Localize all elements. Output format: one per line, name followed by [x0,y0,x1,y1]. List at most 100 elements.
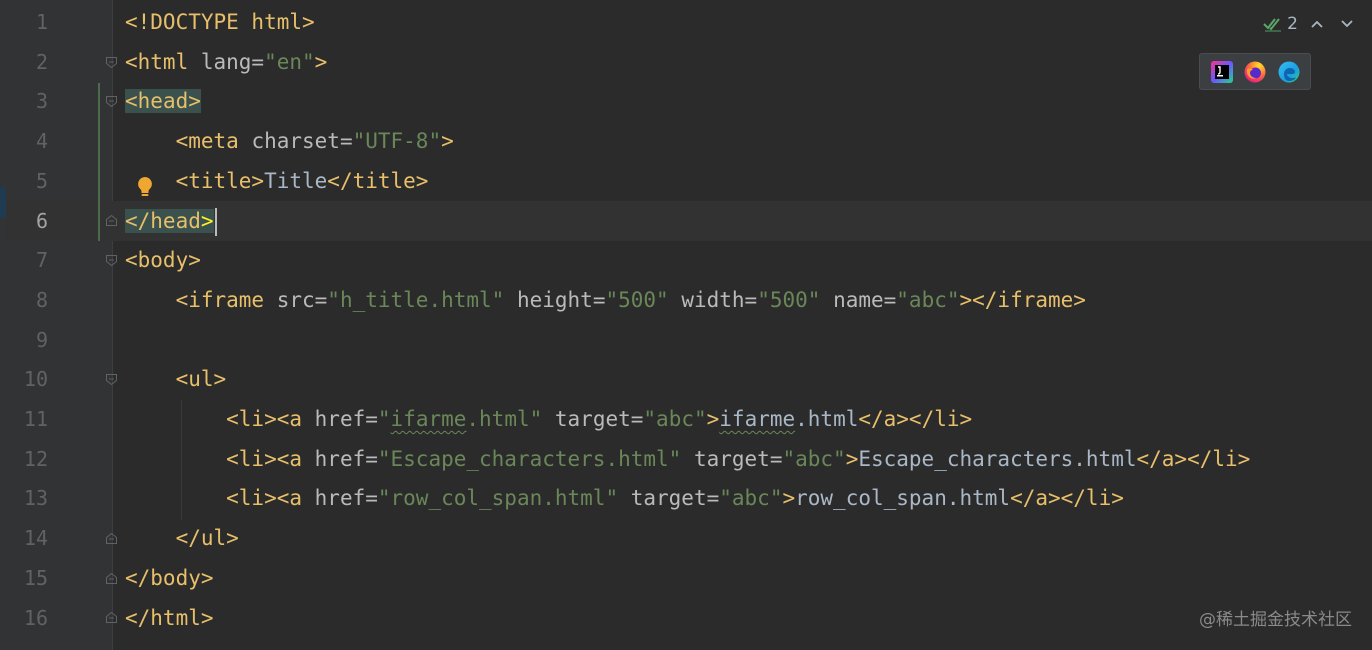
line-number[interactable]: 9 [6,320,48,360]
code-token: > [188,89,201,114]
code-line[interactable]: 9 [0,320,1372,360]
code-token: "500" [757,287,821,312]
code-token: <li><a [125,407,315,431]
code-token: <meta [125,129,252,154]
code-line[interactable]: 4 <meta charset="UTF-8"> [0,121,1372,161]
code-text[interactable]: <head> [125,81,201,121]
code-token: > [782,486,796,511]
code-text[interactable]: <!DOCTYPE html> [125,2,315,42]
fold-end-marker-icon[interactable] [105,214,118,227]
code-text[interactable]: <html lang="en"> [125,42,327,82]
code-text[interactable]: <body> [125,240,201,280]
code-token: "abc" [643,407,707,431]
line-number[interactable]: 11 [6,399,48,439]
chevron-down-icon[interactable] [1336,16,1358,32]
chevron-up-icon[interactable] [1306,16,1328,32]
code-token: charset= [251,129,353,154]
code-text[interactable]: <iframe src="h_title.html" height="500" … [125,280,1086,320]
fold-end-marker-icon[interactable] [105,611,118,624]
code-token: </head [125,208,201,233]
watermark: @稀土掘金技术社区 [1199,610,1352,630]
line-number[interactable]: 13 [6,478,48,518]
code-line[interactable]: 12 <li><a href="Escape_characters.html" … [0,439,1372,479]
line-number[interactable]: 1 [6,2,48,42]
code-text[interactable]: </html> [125,598,214,638]
line-number[interactable]: 16 [6,598,48,638]
code-text[interactable]: </body> [125,558,214,598]
intellij-browser-icon[interactable] [1210,60,1234,84]
line-number[interactable]: 6 [6,201,48,241]
code-line[interactable]: 7 <body> [0,240,1372,280]
code-token: </a></li> [858,407,973,431]
code-token: </html> [125,605,214,630]
fold-end-marker-icon[interactable] [105,532,118,545]
code-token: row_col_span.html [795,486,1011,511]
code-token: target= [681,446,783,471]
code-token: src= [276,287,328,312]
code-line[interactable]: 3 <head> [0,81,1372,121]
line-number[interactable]: 5 [6,161,48,201]
firefox-icon[interactable] [1243,60,1267,84]
fold-marker-icon[interactable] [105,56,118,69]
inspection-widget[interactable]: 2 [1263,8,1358,40]
code-line[interactable]: 11 <li><a href="ifarme.html" target="abc… [0,399,1372,439]
code-token: <html [125,49,201,74]
code-token: .html [795,407,859,431]
code-text[interactable]: <li><a href="row_col_span.html" target="… [125,478,1124,518]
code-token: ifarme [719,407,796,431]
text-cursor [214,207,217,236]
lightbulb-icon[interactable] [136,176,154,198]
line-number[interactable]: 14 [6,518,48,558]
code-line[interactable]: 10 <ul> [0,359,1372,399]
code-token: href= [314,486,378,511]
code-editor[interactable]: 1 <!DOCTYPE html> 2 <html lang="en"> 3 <head>… [0,0,1372,650]
fold-marker-icon[interactable] [105,95,118,108]
code-token: href= [314,446,378,471]
code-text[interactable]: </ul> [125,518,239,558]
code-token: < [125,89,138,114]
code-token: "UTF-8" [352,129,442,154]
code-token: head [137,89,189,114]
code-token: > [706,407,720,431]
code-text[interactable]: <ul> [125,359,227,399]
code-line[interactable]: 13 <li><a href="row_col_span.html" targe… [0,478,1372,518]
code-token: ifarme [390,407,467,431]
code-token: height= [504,287,606,312]
code-text[interactable]: <title>Title</title> [125,161,429,201]
line-number[interactable]: 15 [6,558,48,598]
code-text[interactable]: <meta charset="UTF-8"> [125,121,454,161]
line-number[interactable]: 2 [6,42,48,82]
code-text[interactable]: </head> [125,201,217,241]
code-token: </body> [125,565,214,590]
code-token: > [441,129,454,154]
code-line[interactable]: 6 </head> [0,201,1372,241]
code-line[interactable]: 14 </ul> [0,518,1372,558]
edge-icon[interactable] [1277,60,1301,84]
code-token: "Escape_characters.html" [377,446,682,471]
code-token: name= [820,287,897,312]
inspection-status[interactable]: 2 [1263,14,1298,34]
code-token: Escape_characters.html [858,446,1137,471]
code-line[interactable]: 15 </body> [0,558,1372,598]
line-number[interactable]: 4 [6,121,48,161]
line-number[interactable]: 10 [6,359,48,399]
code-line[interactable]: 1 <!DOCTYPE html> [0,2,1372,42]
line-number[interactable]: 8 [6,280,48,320]
line-number[interactable]: 12 [6,439,48,479]
fold-marker-icon[interactable] [105,373,118,386]
code-line[interactable]: 5 <title>Title</title> [0,161,1372,201]
code-line[interactable]: 2 <html lang="en"> [0,42,1372,82]
code-text[interactable]: <li><a href="Escape_characters.html" tar… [125,439,1250,479]
fold-marker-icon[interactable] [105,254,118,267]
fold-end-marker-icon[interactable] [105,572,118,585]
line-number[interactable]: 7 [6,240,48,280]
code-token: "h_title.html" [327,287,505,312]
line-number[interactable]: 3 [6,81,48,121]
code-token: "en" [264,49,315,74]
code-text[interactable]: <li><a href="ifarme.html" target="abc">i… [125,399,972,439]
code-line[interactable]: 16 </html> [0,598,1372,638]
code-token: target= [618,486,720,511]
code-token: </title> [327,168,429,193]
code-token: > [200,208,214,233]
code-line[interactable]: 8 <iframe src="h_title.html" height="500… [0,280,1372,320]
